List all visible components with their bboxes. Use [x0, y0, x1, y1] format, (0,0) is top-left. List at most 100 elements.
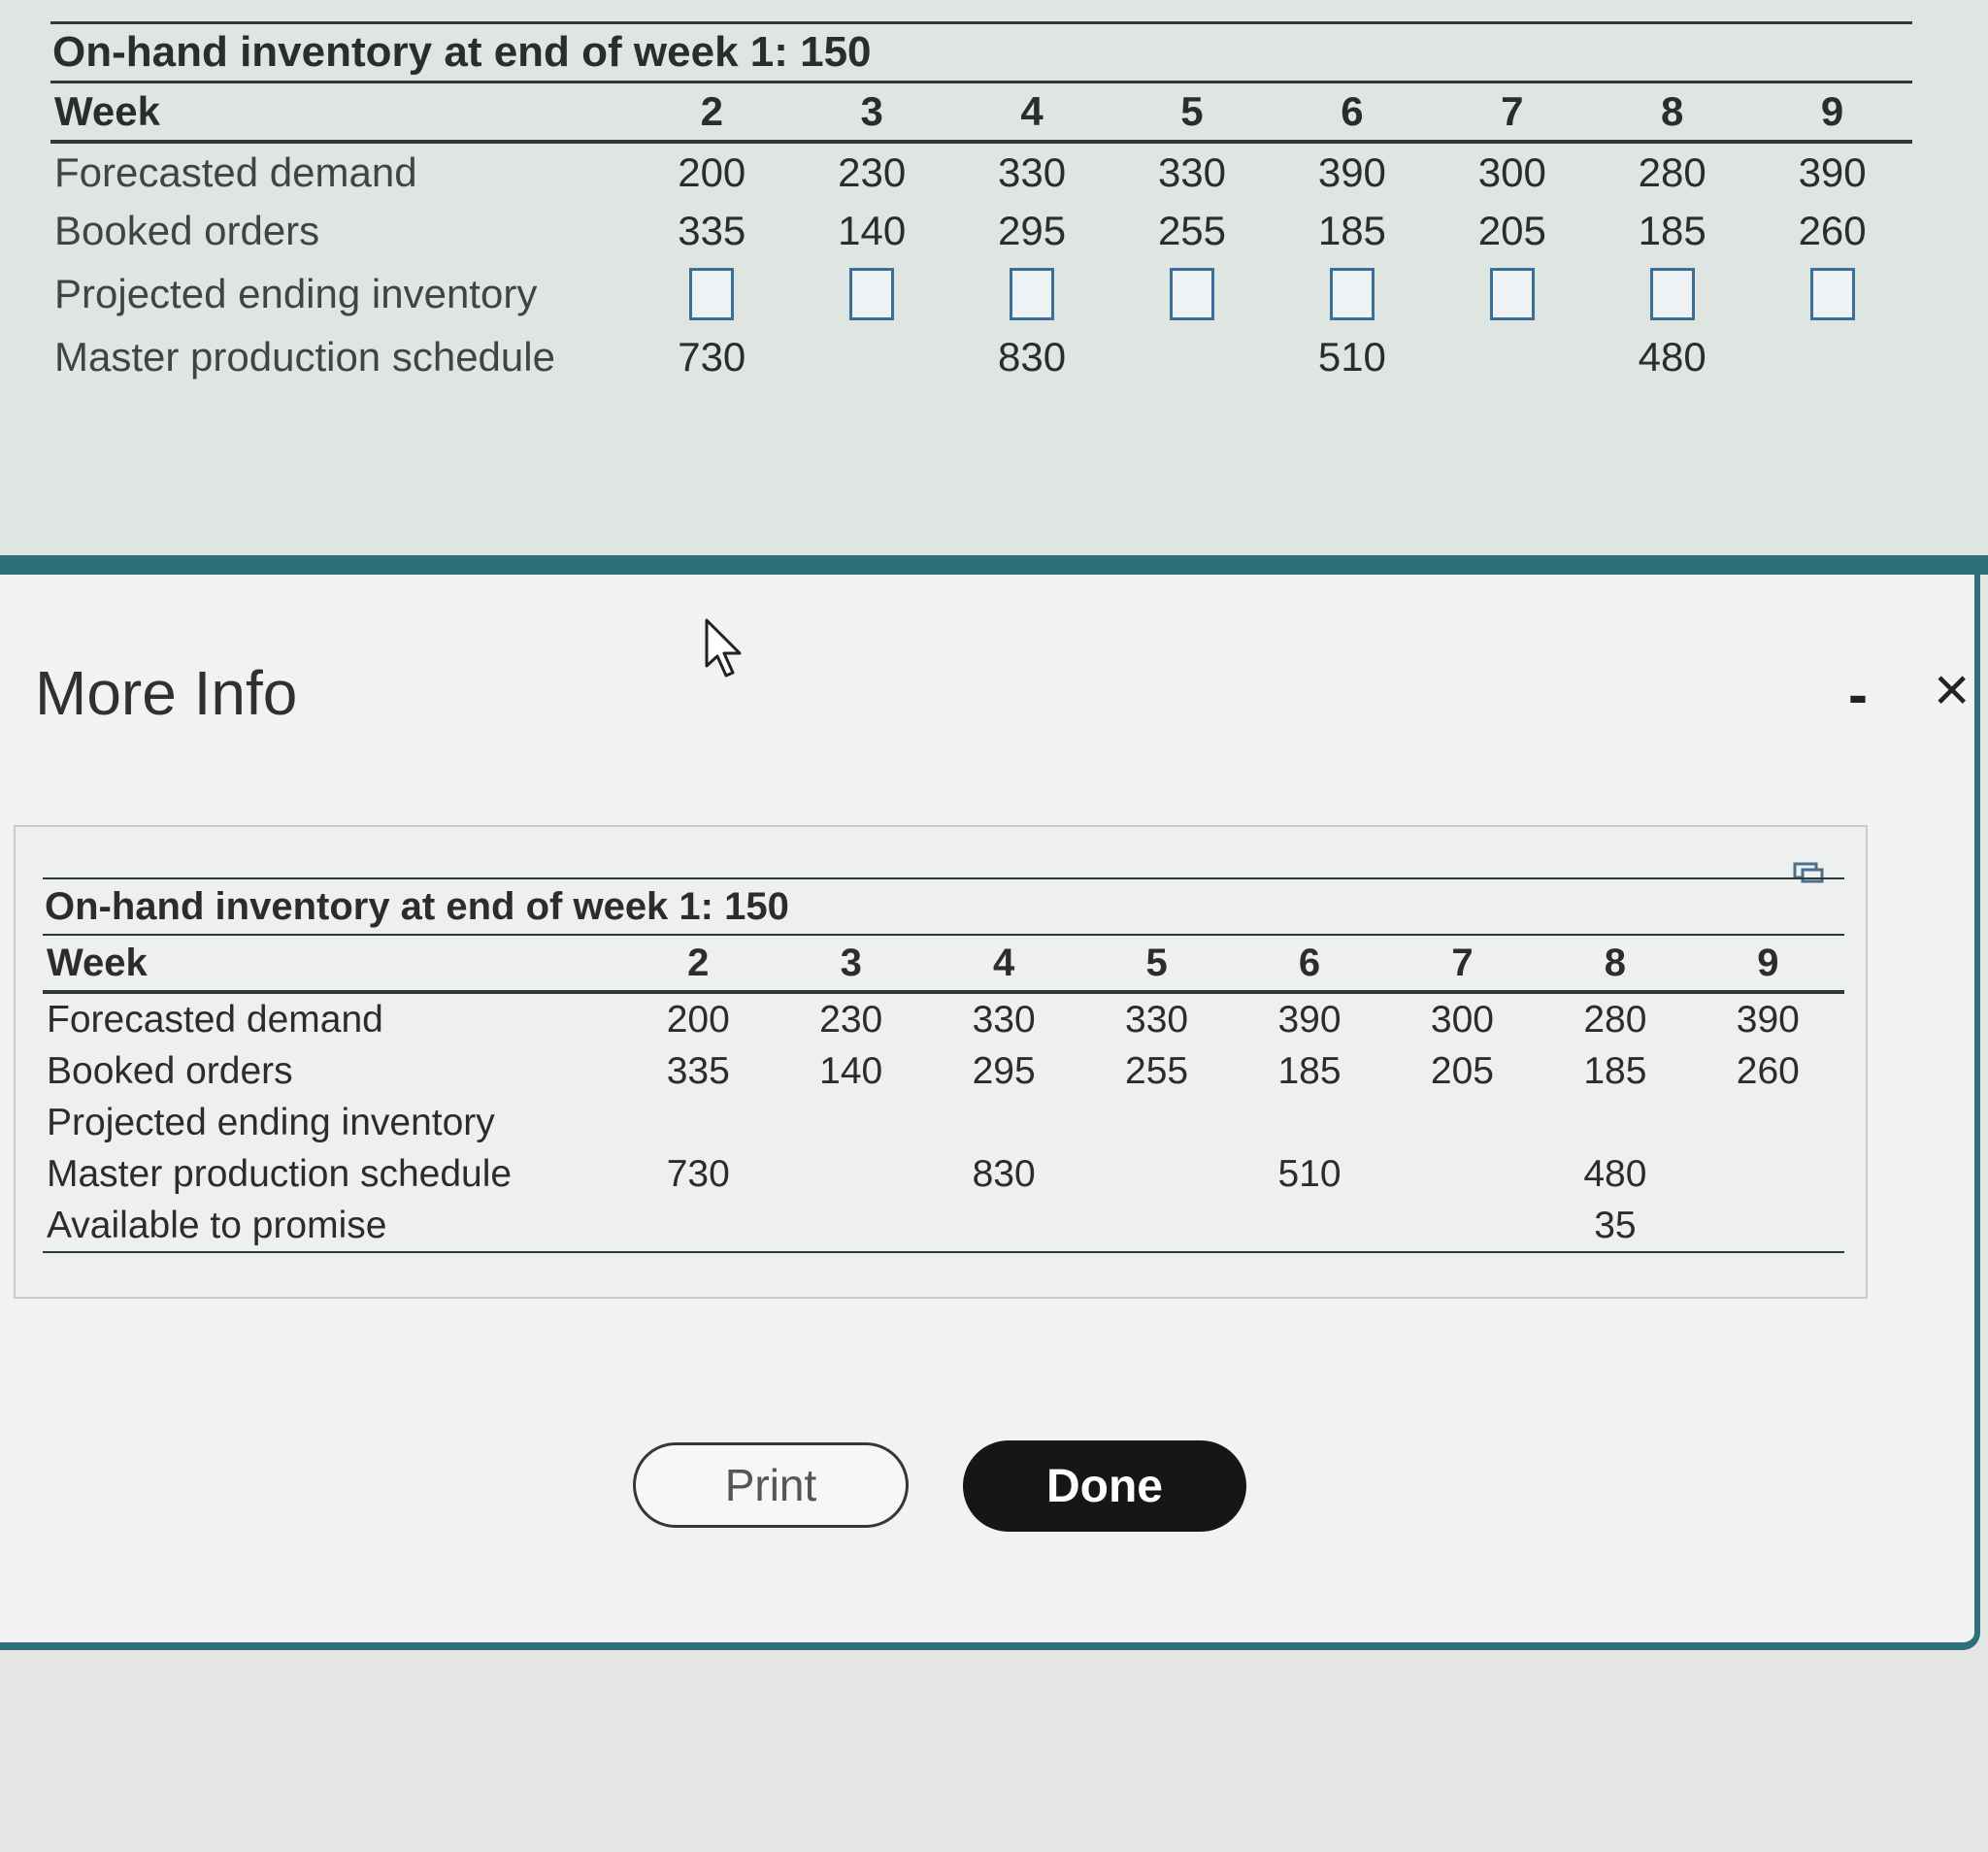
row-label: Projected ending inventory: [54, 271, 538, 316]
booked-cell: 255: [1125, 1049, 1189, 1092]
mps-cell: 730: [666, 1152, 730, 1195]
info-projected-row: Projected ending inventory: [43, 1097, 1844, 1148]
week-header: 3: [860, 88, 883, 134]
info-table-container: On-hand inventory at end of week 1: 150 …: [14, 825, 1868, 1299]
booked-cell: 260: [1798, 208, 1867, 253]
projected-input[interactable]: [1649, 268, 1695, 320]
more-info-dialog: More Info - × On-hand inventory at end o…: [0, 575, 1980, 1650]
week-header: 5: [1180, 88, 1204, 134]
row-label: Master production schedule: [54, 334, 555, 380]
panel-divider: [0, 555, 1988, 575]
info-table-title: On-hand inventory at end of week 1: 150: [43, 877, 1844, 934]
forecast-cell: 390: [1736, 998, 1800, 1041]
booked-cell: 295: [972, 1049, 1036, 1092]
forecast-cell: 280: [1583, 998, 1647, 1041]
mps-cell: 480: [1638, 334, 1706, 380]
projected-input[interactable]: [849, 268, 895, 320]
forecast-cell: 280: [1638, 149, 1706, 195]
minimize-button[interactable]: -: [1842, 660, 1873, 729]
worksheet-table-title: On-hand inventory at end of week 1: 150: [50, 21, 1912, 81]
booked-cell: 185: [1583, 1049, 1647, 1092]
week-header: 9: [1757, 941, 1779, 984]
mps-cell: 730: [678, 334, 746, 380]
mps-cell: 830: [998, 334, 1067, 380]
booked-cell: 185: [1638, 208, 1706, 253]
dialog-title: More Info: [35, 658, 298, 728]
week-label: Week: [54, 88, 160, 134]
booked-cell: 255: [1157, 208, 1227, 253]
projected-input[interactable]: [1809, 268, 1855, 320]
booked-cell: 295: [998, 208, 1067, 253]
info-table: On-hand inventory at end of week 1: 150 …: [43, 877, 1844, 1253]
booked-cell: 140: [819, 1049, 883, 1092]
projected-input[interactable]: [1329, 268, 1375, 320]
info-atp-row: Available to promise 35: [43, 1200, 1844, 1253]
forecast-cell: 390: [1317, 149, 1386, 195]
week-header: 5: [1145, 941, 1168, 984]
row-label: Projected ending inventory: [47, 1101, 495, 1143]
mps-cell: 830: [972, 1152, 1036, 1195]
projected-row: Projected ending inventory: [50, 260, 1912, 328]
forecast-cell: 330: [998, 149, 1067, 195]
booked-cell: 205: [1430, 1049, 1494, 1092]
booked-cell: 185: [1317, 208, 1386, 253]
mps-cell: 510: [1317, 334, 1386, 380]
week-header: 4: [993, 941, 1015, 984]
row-label: Forecasted demand: [54, 149, 417, 195]
info-week-row: Week 2 3 4 5 6 7 8 9: [43, 934, 1844, 994]
info-booked-row: Booked orders 335 140 295 255 185 205 18…: [43, 1045, 1844, 1097]
booked-row: Booked orders 335 140 295 255 185 205 18…: [50, 202, 1912, 260]
forecast-cell: 230: [819, 998, 883, 1041]
done-button[interactable]: Done: [963, 1440, 1246, 1532]
week-header: 7: [1501, 88, 1524, 134]
booked-cell: 140: [838, 208, 907, 253]
row-label: Forecasted demand: [47, 998, 383, 1041]
week-header: 4: [1020, 88, 1044, 134]
forecast-cell: 330: [1125, 998, 1189, 1041]
row-label: Available to promise: [47, 1204, 387, 1246]
forecast-cell: 390: [1798, 149, 1867, 195]
week-header: 8: [1661, 88, 1684, 134]
print-button[interactable]: Print: [633, 1442, 909, 1528]
booked-cell: 335: [678, 208, 746, 253]
forecast-cell: 390: [1277, 998, 1342, 1041]
forecast-cell: 300: [1430, 998, 1494, 1041]
projected-input[interactable]: [689, 268, 735, 320]
week-label: Week: [47, 941, 148, 984]
mps-row: Master production schedule 730 830 510 4…: [50, 328, 1912, 386]
booked-cell: 185: [1277, 1049, 1342, 1092]
info-mps-row: Master production schedule 730 830 510 4…: [43, 1148, 1844, 1200]
week-header: 6: [1341, 88, 1364, 134]
mps-cell: 510: [1277, 1152, 1342, 1195]
week-header: 9: [1820, 88, 1844, 134]
mouse-pointer-icon: [705, 618, 742, 678]
week-header: 8: [1604, 941, 1627, 984]
worksheet-week-row: Week 2 3 4 5 6 7 8 9: [50, 81, 1912, 144]
worksheet-panel: On-hand inventory at end of week 1: 150 …: [0, 0, 1988, 568]
week-header: 6: [1298, 941, 1321, 984]
worksheet-table: On-hand inventory at end of week 1: 150 …: [50, 21, 1912, 386]
forecast-cell: 300: [1477, 149, 1546, 195]
close-button[interactable]: ×: [1928, 652, 1975, 726]
booked-cell: 260: [1736, 1049, 1800, 1092]
week-header: 2: [687, 941, 710, 984]
forecast-cell: 330: [1157, 149, 1227, 195]
row-label: Booked orders: [47, 1049, 293, 1092]
atp-cell: 35: [1594, 1204, 1637, 1246]
projected-input[interactable]: [1169, 268, 1214, 320]
forecast-cell: 200: [678, 149, 746, 195]
forecast-cell: 330: [972, 998, 1036, 1041]
forecast-cell: 200: [666, 998, 730, 1041]
row-label: Master production schedule: [47, 1152, 513, 1195]
projected-input[interactable]: [1489, 268, 1535, 320]
projected-input[interactable]: [1010, 268, 1055, 320]
row-label: Booked orders: [54, 208, 320, 253]
forecast-row: Forecasted demand 200 230 330 330 390 30…: [50, 144, 1912, 202]
booked-cell: 205: [1477, 208, 1546, 253]
week-header: 7: [1451, 941, 1474, 984]
booked-cell: 335: [666, 1049, 730, 1092]
week-header: 3: [840, 941, 862, 984]
week-header: 2: [700, 88, 723, 134]
mps-cell: 480: [1583, 1152, 1647, 1195]
info-forecast-row: Forecasted demand 200 230 330 330 390 30…: [43, 994, 1844, 1045]
